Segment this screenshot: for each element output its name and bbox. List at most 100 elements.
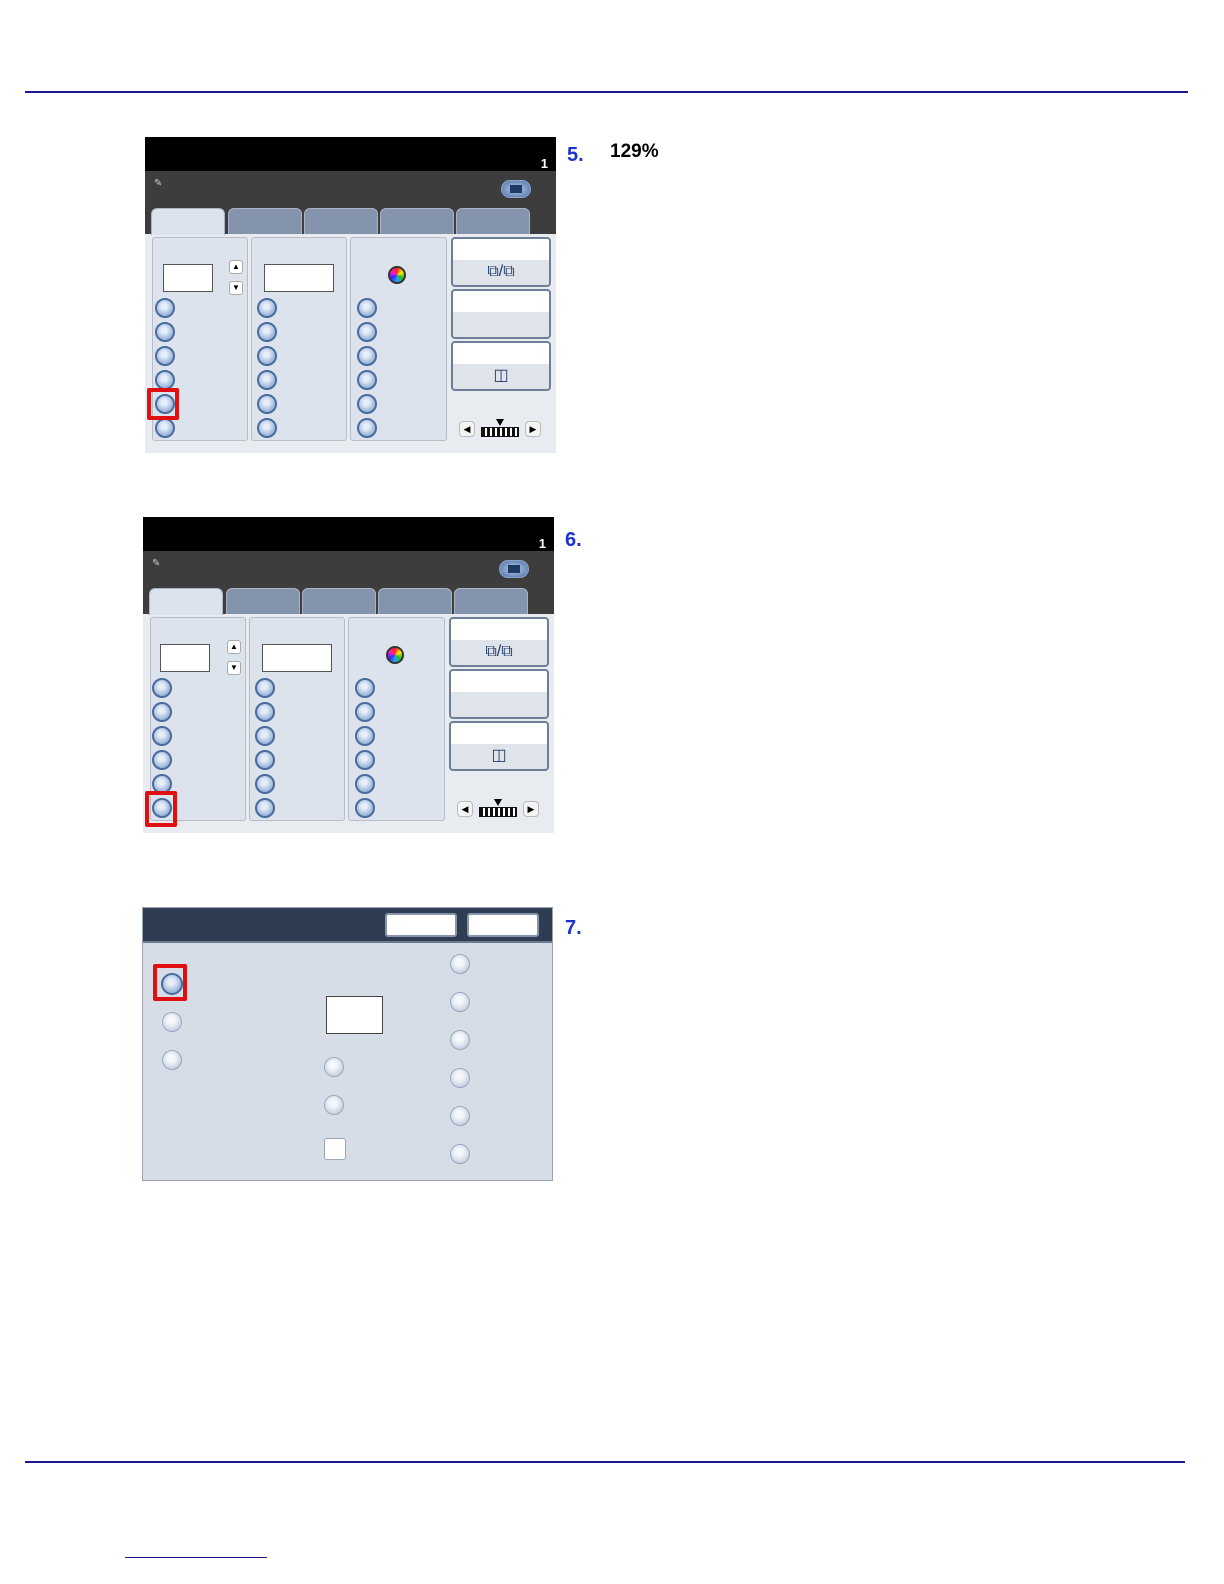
increase-button[interactable]: ▲ [227,640,241,654]
duplex-icon: ⧉/⧉ [487,263,515,280]
darken-arrow-icon[interactable]: ▶ [523,801,539,817]
paper-option-3[interactable] [257,346,277,366]
output-color-panel [348,617,445,821]
darkness-scale [481,427,519,437]
increase-button[interactable]: ▲ [229,260,243,274]
tab-layout-adjustment[interactable] [302,588,376,614]
paper-supply-panel [249,617,345,821]
color-wheel-icon [388,266,406,284]
paper-option-2[interactable] [257,322,277,342]
reduce-option-3[interactable] [155,346,175,366]
tab-job-assembly[interactable] [456,208,530,234]
percent-field[interactable] [160,644,210,672]
paper-option-4[interactable] [257,370,277,390]
copy-service-icon: ✎ [154,178,163,189]
paper-option-1[interactable] [257,298,277,318]
auto-center-option[interactable] [324,1095,344,1115]
duplex-icon: ⧉/⧉ [485,643,513,660]
step-5-text: 129% [610,141,659,162]
darkness-marker [494,799,502,806]
color-option-1[interactable] [357,298,377,318]
help-button[interactable] [499,560,529,578]
preset-option-6[interactable] [450,1144,470,1164]
color-option-4[interactable] [355,750,375,770]
paper-option-1[interactable] [255,678,275,698]
auto-center-checkbox[interactable] [324,1138,346,1160]
paper-supply-panel [251,237,347,441]
percent-display[interactable] [326,996,383,1034]
sides-button[interactable]: ⧉/⧉ [451,237,551,287]
tab-job-assembly[interactable] [454,588,528,614]
lighten-darken-control: ◀ ▶ [459,419,543,439]
reduce-option-2[interactable] [152,702,172,722]
paper-option-4[interactable] [255,750,275,770]
reduce-option-4[interactable] [152,750,172,770]
color-wheel-icon [386,646,404,664]
reduce-option-1[interactable] [155,298,175,318]
cancel-button[interactable] [385,913,457,937]
decrease-button[interactable]: ▼ [229,281,243,295]
reduce-option-4[interactable] [155,370,175,390]
step-6-number: 6. [565,529,582,551]
copy-counter: 1 [540,156,548,171]
preset-option-1[interactable] [450,954,470,974]
paper-field[interactable] [264,264,334,292]
tab-output-format[interactable] [380,208,454,234]
color-option-2[interactable] [355,702,375,722]
darkness-scale [479,807,517,817]
step-7-number: 7. [565,917,582,939]
color-option-3[interactable] [357,346,377,366]
copy-service-icon: ✎ [152,558,161,569]
tab-image-quality[interactable] [226,588,300,614]
selection-highlight [145,791,177,827]
footer-rule [25,1461,1185,1463]
paper-option-more[interactable] [257,418,277,438]
more-option[interactable] [162,1050,182,1070]
color-option-4[interactable] [357,370,377,390]
tab-copy[interactable] [149,588,223,615]
save-button[interactable] [467,913,539,937]
percent-field[interactable] [163,264,213,292]
paper-option-5[interactable] [255,774,275,794]
tab-output-format[interactable] [378,588,452,614]
copy-output-button[interactable]: ◫ [449,721,549,771]
tab-layout-adjustment[interactable] [304,208,378,234]
preset-option-5[interactable] [450,1106,470,1126]
help-button[interactable] [501,180,531,198]
original-type-button[interactable] [451,289,551,339]
paper-field[interactable] [262,644,332,672]
lighten-darken-control: ◀ ▶ [457,799,541,819]
color-option-more[interactable] [355,798,375,818]
preset-option-4[interactable] [450,1068,470,1088]
color-option-1[interactable] [355,678,375,698]
color-option-5[interactable] [355,774,375,794]
reduce-option-2[interactable] [155,322,175,342]
auto-percent-option[interactable] [324,1057,344,1077]
footer-link-underline[interactable] [125,1557,267,1558]
color-option-2[interactable] [357,322,377,342]
lighten-arrow-icon[interactable]: ◀ [457,801,473,817]
paper-option-more[interactable] [255,798,275,818]
tab-image-quality[interactable] [228,208,302,234]
sides-button[interactable]: ⧉/⧉ [449,617,549,667]
color-option-5[interactable] [357,394,377,414]
color-option-more[interactable] [357,418,377,438]
paper-option-3[interactable] [255,726,275,746]
decrease-button[interactable]: ▼ [227,661,241,675]
preset-option-2[interactable] [450,992,470,1012]
darken-arrow-icon[interactable]: ▶ [525,421,541,437]
preset-option-3[interactable] [450,1030,470,1050]
lighten-arrow-icon[interactable]: ◀ [459,421,475,437]
reduce-enlarge-dialog [142,907,553,1181]
paper-option-5[interactable] [257,394,277,414]
reduce-option-more[interactable] [155,418,175,438]
tab-copy[interactable] [151,208,225,235]
original-type-button[interactable] [449,669,549,719]
reduce-option-1[interactable] [152,678,172,698]
color-option-3[interactable] [355,726,375,746]
copy-output-button[interactable]: ◫ [451,341,551,391]
independent-option[interactable] [162,1012,182,1032]
reduce-option-3[interactable] [152,726,172,746]
darkness-marker [496,419,504,426]
paper-option-2[interactable] [255,702,275,722]
